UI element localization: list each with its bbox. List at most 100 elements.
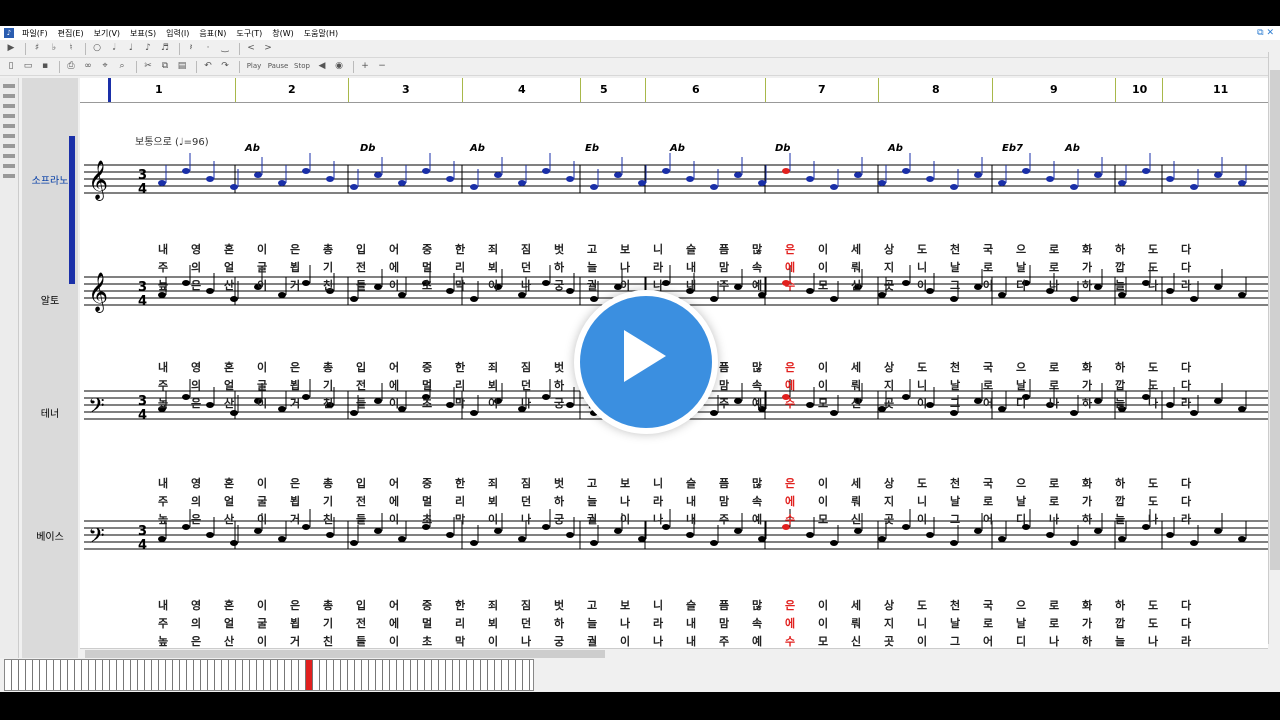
play-button[interactable]: Play: [244, 60, 264, 73]
piano-white-key[interactable]: [292, 660, 299, 690]
piano-white-key[interactable]: [89, 660, 96, 690]
save-icon[interactable]: ▪: [38, 60, 52, 73]
piano-white-key[interactable]: [159, 660, 166, 690]
piano-white-key[interactable]: [341, 660, 348, 690]
zoom-out-icon[interactable]: −: [375, 60, 389, 73]
copy-icon[interactable]: ⧉: [158, 60, 172, 73]
piano-white-key[interactable]: [516, 660, 523, 690]
piano-white-key[interactable]: [327, 660, 334, 690]
new-file-icon[interactable]: ▯: [4, 60, 18, 73]
piano-white-key[interactable]: [313, 660, 320, 690]
piano-white-key[interactable]: [418, 660, 425, 690]
menu-input[interactable]: 입력(I): [161, 28, 194, 39]
part-label-bass[interactable]: 베이스: [22, 528, 78, 543]
piano-white-key[interactable]: [411, 660, 418, 690]
piano-white-key[interactable]: [5, 660, 12, 690]
piano-white-key[interactable]: [124, 660, 131, 690]
part-label-alto[interactable]: 알토: [22, 292, 78, 307]
piano-white-key[interactable]: [152, 660, 159, 690]
paste-icon[interactable]: ▤: [175, 60, 189, 73]
glasses-icon[interactable]: ∞: [81, 60, 95, 73]
piano-white-key[interactable]: [306, 660, 313, 690]
menu-tools[interactable]: 도구(T): [231, 28, 267, 39]
piano-white-key[interactable]: [460, 660, 467, 690]
piano-white-key[interactable]: [425, 660, 432, 690]
piano-white-key[interactable]: [509, 660, 516, 690]
slur-right-icon[interactable]: >: [261, 42, 275, 55]
piano-white-key[interactable]: [215, 660, 222, 690]
play-mode-icon[interactable]: ▶: [4, 42, 18, 55]
flat-icon[interactable]: ♭: [47, 42, 61, 55]
note-whole-icon[interactable]: ○: [90, 42, 104, 55]
menu-help[interactable]: 도움말(H): [299, 28, 343, 39]
piano-white-key[interactable]: [257, 660, 264, 690]
piano-white-key[interactable]: [138, 660, 145, 690]
print-icon[interactable]: ⎙: [64, 60, 78, 73]
piano-white-key[interactable]: [320, 660, 327, 690]
slur-left-icon[interactable]: <: [244, 42, 258, 55]
piano-white-key[interactable]: [187, 660, 194, 690]
select-tool-icon[interactable]: ⌖: [98, 60, 112, 73]
piano-white-key[interactable]: [439, 660, 446, 690]
piano-white-key[interactable]: [12, 660, 19, 690]
natural-icon[interactable]: ♮: [64, 42, 78, 55]
note-half-icon[interactable]: 𝅗𝅥: [107, 42, 121, 55]
playhead[interactable]: [108, 78, 111, 102]
piano-white-key[interactable]: [397, 660, 404, 690]
piano-white-key[interactable]: [47, 660, 54, 690]
piano-white-key[interactable]: [173, 660, 180, 690]
menu-view[interactable]: 보기(V): [89, 28, 125, 39]
piano-white-key[interactable]: [236, 660, 243, 690]
sharp-icon[interactable]: ♯: [30, 42, 44, 55]
piano-white-key[interactable]: [180, 660, 187, 690]
piano-white-key[interactable]: [488, 660, 495, 690]
piano-white-key[interactable]: [26, 660, 33, 690]
piano-white-key[interactable]: [467, 660, 474, 690]
piano-white-key[interactable]: [334, 660, 341, 690]
piano-white-key[interactable]: [166, 660, 173, 690]
piano-white-key[interactable]: [75, 660, 82, 690]
piano-white-key[interactable]: [54, 660, 61, 690]
note-eighth-icon[interactable]: ♪: [141, 42, 155, 55]
piano-white-key[interactable]: [96, 660, 103, 690]
piano-white-key[interactable]: [201, 660, 208, 690]
piano-white-key[interactable]: [376, 660, 383, 690]
piano-white-key[interactable]: [229, 660, 236, 690]
zoom-in-icon[interactable]: +: [358, 60, 372, 73]
cut-icon[interactable]: ✂: [141, 60, 155, 73]
piano-white-key[interactable]: [110, 660, 117, 690]
piano-white-key[interactable]: [523, 660, 530, 690]
menu-edit[interactable]: 편집(E): [53, 28, 89, 39]
piano-white-key[interactable]: [264, 660, 271, 690]
stop-button[interactable]: Stop: [292, 60, 312, 73]
piano-white-key[interactable]: [208, 660, 215, 690]
horizontal-scrollbar[interactable]: [80, 648, 1268, 659]
window-restore-icon[interactable]: ⧉ ✕: [1257, 28, 1274, 38]
vertical-scrollbar[interactable]: [1268, 52, 1280, 644]
piano-white-key[interactable]: [474, 660, 481, 690]
redo-icon[interactable]: ↷: [218, 60, 232, 73]
piano-white-key[interactable]: [222, 660, 229, 690]
piano-white-key[interactable]: [362, 660, 369, 690]
piano-white-key[interactable]: [355, 660, 362, 690]
piano-white-key[interactable]: [131, 660, 138, 690]
piano-white-key[interactable]: [250, 660, 257, 690]
note-sixteenth-icon[interactable]: ♬: [158, 42, 172, 55]
piano-white-key[interactable]: [243, 660, 250, 690]
piano-white-key[interactable]: [390, 660, 397, 690]
piano-white-key[interactable]: [68, 660, 75, 690]
piano-white-key[interactable]: [278, 660, 285, 690]
piano-white-key[interactable]: [453, 660, 460, 690]
metronome-icon[interactable]: ◉: [332, 60, 346, 73]
menu-file[interactable]: 파일(F): [17, 28, 53, 39]
piano-white-key[interactable]: [348, 660, 355, 690]
part-label-tenor[interactable]: 테너: [22, 405, 78, 420]
piano-white-key[interactable]: [481, 660, 488, 690]
undo-icon[interactable]: ↶: [201, 60, 215, 73]
open-folder-icon[interactable]: ▭: [21, 60, 35, 73]
piano-white-key[interactable]: [61, 660, 68, 690]
zoom-icon[interactable]: ⌕: [115, 60, 129, 73]
piano-white-key[interactable]: [404, 660, 411, 690]
piano-white-key[interactable]: [495, 660, 502, 690]
volume-icon[interactable]: ◀: [315, 60, 329, 73]
